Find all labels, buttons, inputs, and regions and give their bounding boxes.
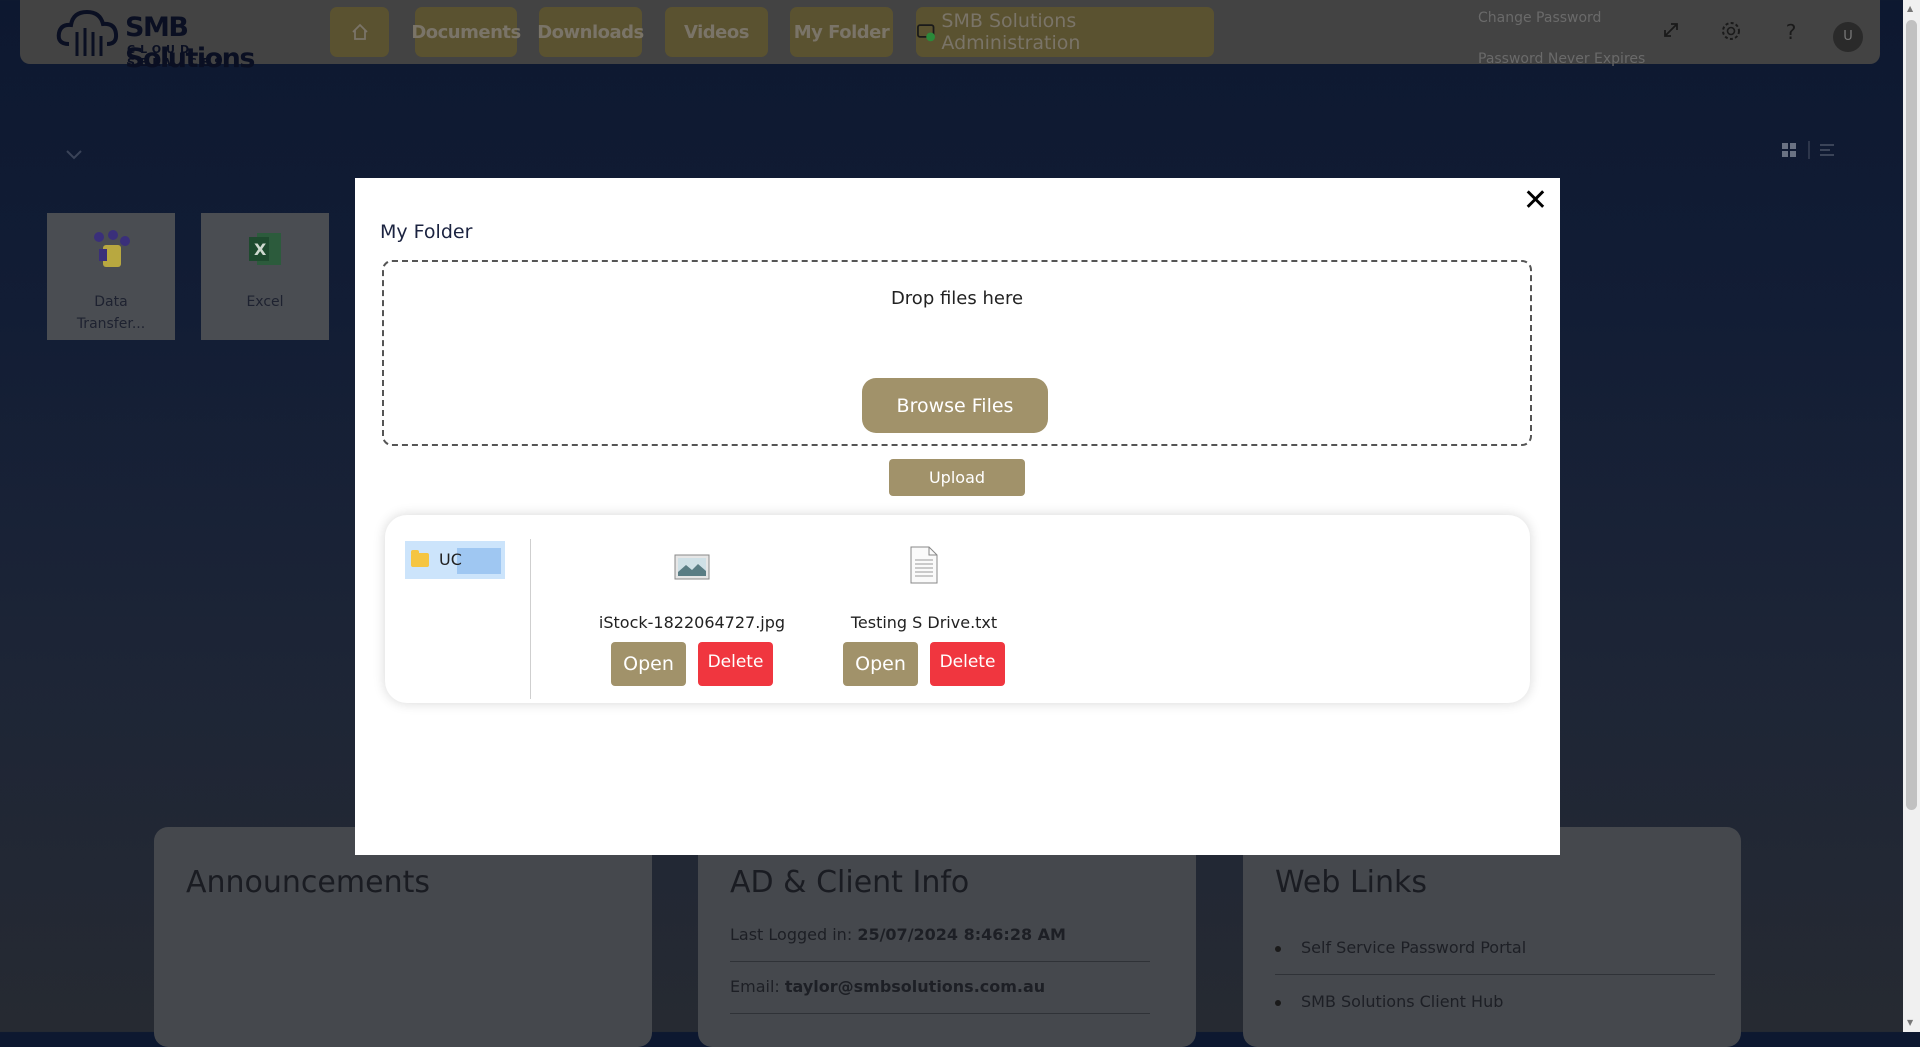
- announcements-panel: Announcements: [154, 827, 652, 1047]
- view-toggle: [1780, 140, 1840, 165]
- nav-documents[interactable]: Documents: [411, 7, 521, 57]
- brand-logo[interactable]: SMB Solutions CLOUD SERVICES: [55, 6, 295, 74]
- upload-button[interactable]: Upload: [889, 459, 1025, 496]
- divider: [1275, 974, 1715, 975]
- web-link-item[interactable]: Self Service Password Portal: [1275, 938, 1526, 957]
- data-transfer-icon: [94, 230, 130, 267]
- file-actions: Open Delete: [582, 642, 802, 686]
- chevron-down-icon[interactable]: [66, 144, 82, 165]
- close-icon[interactable]: ✕: [1523, 186, 1548, 216]
- brand-tagline: CLOUD SERVICES: [127, 43, 228, 69]
- folder-item[interactable]: UC: [405, 541, 505, 579]
- list-view-icon: [1820, 144, 1834, 156]
- delete-button[interactable]: Delete: [930, 642, 1005, 686]
- open-button[interactable]: Open: [843, 642, 918, 686]
- app-tile-data-transfer[interactable]: Data Transfer...: [47, 213, 175, 340]
- excel-icon: X: [249, 233, 281, 265]
- drop-text: Drop files here: [890, 288, 1024, 309]
- admin-status-icon: [917, 24, 935, 42]
- nav-downloads[interactable]: Downloads: [537, 7, 644, 57]
- file-item: Testing S Drive.txt Open Delete: [814, 545, 1034, 686]
- scroll-down-icon[interactable]: ▼: [1907, 1018, 1913, 1027]
- nav-my-folder[interactable]: My Folder: [790, 7, 893, 57]
- nav-admin[interactable]: SMB Solutions Administration: [916, 7, 1214, 57]
- app-tile-label: Excel: [246, 294, 284, 310]
- my-folder-modal: ✕ My Folder Drop files here Browse Files…: [355, 178, 1560, 855]
- last-logged-label: Last Logged in:: [730, 925, 853, 944]
- last-logged-row: Last Logged in: 25/07/2024 8:46:28 AM: [730, 925, 1066, 944]
- expand-icon[interactable]: [1659, 20, 1683, 44]
- scrollbar-thumb[interactable]: [1906, 20, 1917, 810]
- home-icon: [351, 23, 368, 40]
- text-file-icon: [910, 546, 938, 584]
- web-link-item[interactable]: SMB Solutions Client Hub: [1275, 992, 1503, 1011]
- divider: [730, 1013, 1150, 1014]
- divider: [730, 961, 1150, 962]
- avatar[interactable]: U: [1833, 22, 1863, 52]
- folder-name: UC: [439, 550, 462, 569]
- top-navigation-bar: SMB Solutions CLOUD SERVICES Documents D…: [20, 0, 1880, 74]
- panel-title: Web Links: [1275, 865, 1428, 900]
- svg-text:X: X: [254, 240, 267, 259]
- password-status: Password Never Expires: [1478, 51, 1646, 67]
- last-logged-value: 25/07/2024 8:46:28 AM: [857, 925, 1066, 944]
- account-links: Change Password Password Never Expires: [1478, 8, 1645, 70]
- panel-title: Announcements: [186, 865, 430, 900]
- help-icon[interactable]: ?: [1779, 20, 1803, 44]
- gear-icon[interactable]: [1719, 20, 1743, 44]
- ad-client-info-panel: AD & Client Info Last Logged in: 25/07/2…: [698, 827, 1196, 1047]
- nav-admin-label: SMB Solutions Administration: [941, 10, 1081, 54]
- email-value: taylor@smbsolutions.com.au: [784, 977, 1046, 996]
- open-button[interactable]: Open: [611, 642, 686, 686]
- image-file-icon: [674, 554, 710, 580]
- app-tile-excel[interactable]: X Excel: [201, 213, 329, 340]
- web-links-panel: Web Links Self Service Password Portal S…: [1243, 827, 1741, 1047]
- delete-button[interactable]: Delete: [698, 642, 773, 686]
- page-scrollbar[interactable]: ▲ ▼: [1903, 0, 1920, 1032]
- nav-videos[interactable]: Videos: [665, 7, 768, 57]
- file-dropzone[interactable]: Drop files here Browse Files: [382, 260, 1532, 446]
- nav-home-button[interactable]: [330, 7, 389, 57]
- browse-files-button[interactable]: Browse Files: [862, 378, 1048, 433]
- modal-title: My Folder: [380, 221, 473, 243]
- change-password-link[interactable]: Change Password: [1478, 8, 1645, 29]
- grid-view-icon: [1782, 143, 1796, 157]
- email-row: Email: taylor@smbsolutions.com.au: [730, 977, 1045, 996]
- file-name: Testing S Drive.txt: [850, 613, 998, 632]
- panel-title: AD & Client Info: [730, 865, 970, 900]
- file-actions: Open Delete: [814, 642, 1034, 686]
- scroll-up-icon[interactable]: ▲: [1907, 4, 1913, 13]
- app-tile-label: Data Transfer...: [76, 294, 146, 332]
- divider: [530, 539, 531, 699]
- file-browser: UC iStock-1822064727.jpg Open Delete Tes…: [385, 515, 1530, 703]
- file-item: iStock-1822064727.jpg Open Delete: [582, 545, 802, 686]
- folder-icon: [411, 550, 429, 567]
- cloud-logo-icon: [56, 9, 119, 56]
- file-name: iStock-1822064727.jpg: [598, 613, 786, 632]
- email-label: Email:: [730, 977, 780, 996]
